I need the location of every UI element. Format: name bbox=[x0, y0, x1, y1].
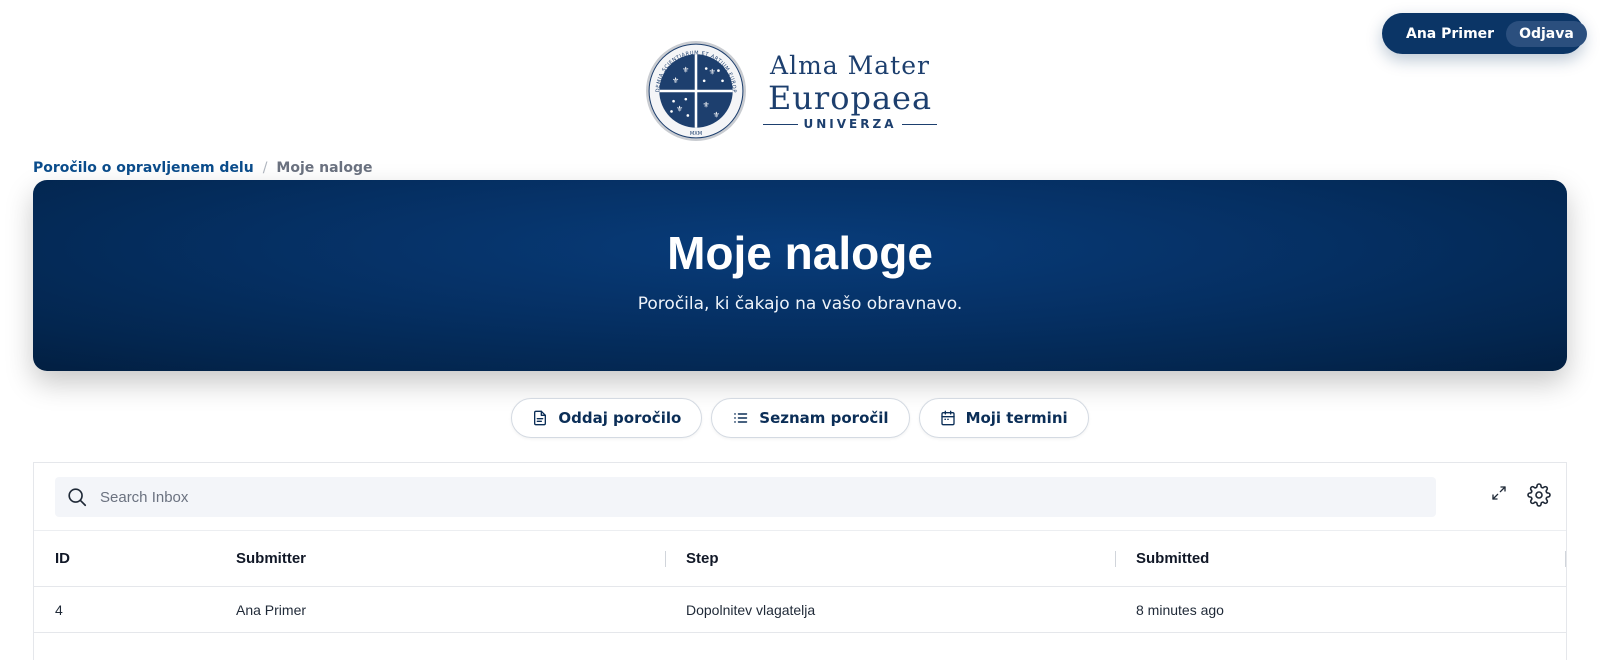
logout-button[interactable]: Odjava bbox=[1506, 20, 1587, 47]
my-appointments-button[interactable]: Moji termini bbox=[918, 398, 1089, 438]
column-header-step[interactable]: Step bbox=[686, 531, 719, 586]
university-wordmark: Alma Mater Europaea UNIVERZA bbox=[757, 51, 943, 131]
cell-step: Dopolnitev vlagatelja bbox=[686, 601, 816, 618]
search-icon bbox=[66, 486, 88, 508]
cell-submitted: 8 minutes ago bbox=[1136, 601, 1224, 618]
cell-submitter: Ana Primer bbox=[236, 601, 307, 618]
svg-text:⚜: ⚜ bbox=[682, 65, 689, 75]
expand-icon[interactable] bbox=[1491, 485, 1507, 501]
university-seal-icon: ⚜⚜ ⚜⚜ ⚜⚜ ACADEMIA SCIENTIARUM ET ARTIUM … bbox=[645, 40, 746, 141]
wordmark-rule bbox=[902, 123, 937, 125]
breadcrumb: Poročilo o opravljenem delu / Moje nalog… bbox=[33, 160, 373, 176]
breadcrumb-current: Moje naloge bbox=[276, 160, 373, 176]
inbox-panel: ID Submitter Step Submitted 4 Ana Primer… bbox=[33, 462, 1567, 660]
search-box bbox=[55, 477, 1436, 517]
wordmark-univerza: UNIVERZA bbox=[803, 117, 897, 131]
column-header-submitter[interactable]: Submitter bbox=[236, 531, 306, 586]
svg-text:⚜: ⚜ bbox=[703, 99, 710, 109]
wordmark-line1: Alma Mater bbox=[770, 51, 930, 80]
submit-report-button[interactable]: Oddaj poročilo bbox=[511, 398, 703, 438]
action-nav: Oddaj poročilo Seznam poročil Moji termi… bbox=[0, 398, 1600, 438]
column-resize-handle[interactable] bbox=[665, 551, 666, 567]
page-subtitle: Poročila, ki čakajo na vašo obravnavo. bbox=[637, 294, 963, 314]
table-header: ID Submitter Step Submitted bbox=[34, 531, 1566, 587]
table-row[interactable]: 4 Ana Primer Dopolnitev vlagatelja 8 min… bbox=[34, 587, 1566, 633]
hero-banner: Moje naloge Poročila, ki čakajo na vašo … bbox=[33, 180, 1567, 371]
cell-id: 4 bbox=[55, 601, 63, 618]
svg-text:⚜: ⚜ bbox=[672, 75, 679, 85]
report-list-button[interactable]: Seznam poročil bbox=[711, 398, 910, 438]
svg-text:⚜: ⚜ bbox=[713, 110, 720, 120]
svg-text:⚜: ⚜ bbox=[676, 103, 683, 113]
breadcrumb-parent-link[interactable]: Poročilo o opravljenem delu bbox=[33, 160, 254, 176]
column-header-id[interactable]: ID bbox=[55, 531, 70, 586]
breadcrumb-separator: / bbox=[262, 160, 268, 176]
gear-icon[interactable] bbox=[1527, 483, 1551, 507]
document-icon bbox=[534, 410, 547, 426]
wordmark-line2: Europaea bbox=[767, 79, 933, 117]
inbox-toolbar bbox=[34, 463, 1566, 531]
user-menu: Ana Primer Odjava bbox=[1382, 13, 1587, 54]
university-logo[interactable]: ⚜⚜ ⚜⚜ ⚜⚜ ACADEMIA SCIENTIARUM ET ARTIUM … bbox=[645, 40, 945, 142]
wordmark-rule bbox=[763, 123, 798, 125]
column-resize-handle[interactable] bbox=[1565, 551, 1566, 567]
list-icon bbox=[734, 413, 748, 423]
user-name: Ana Primer bbox=[1406, 25, 1495, 42]
search-input[interactable] bbox=[100, 488, 1400, 506]
page-title: Moje naloge bbox=[667, 227, 933, 279]
my-appointments-label: Moji termini bbox=[965, 409, 1068, 427]
column-resize-handle[interactable] bbox=[1115, 551, 1116, 567]
seal-year: MXM bbox=[690, 131, 702, 137]
report-list-label: Seznam poročil bbox=[759, 409, 889, 427]
calendar-icon bbox=[940, 410, 955, 426]
svg-text:⚜: ⚜ bbox=[709, 67, 716, 77]
submit-report-label: Oddaj poročilo bbox=[558, 409, 682, 427]
column-header-submitted[interactable]: Submitted bbox=[1136, 531, 1209, 586]
wordmark-line3: UNIVERZA bbox=[757, 117, 943, 131]
